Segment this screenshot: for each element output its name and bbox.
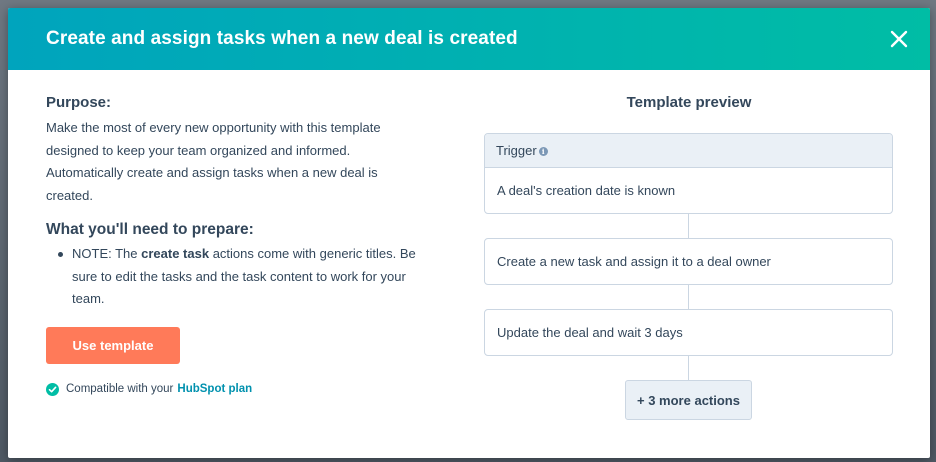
note-line1-rest: actions come with generic titles. Be <box>209 246 416 261</box>
purpose-line: Automatically create and assign tasks wh… <box>46 165 378 180</box>
note-line3: team. <box>72 291 105 306</box>
note-line2: sure to edit the tasks and the task cont… <box>72 268 406 284</box>
purpose-line: Make the most of every new opportunity w… <box>46 120 381 135</box>
compatibility-note: Compatible with your HubSpot plan <box>46 382 446 396</box>
use-template-button[interactable]: Use template <box>46 326 180 364</box>
compat-text: Compatible with your <box>66 383 174 395</box>
preview-title: Template preview <box>626 94 752 111</box>
close-icon <box>890 30 908 48</box>
action-card: Create a new task and assign it to a dea… <box>484 238 893 285</box>
close-button[interactable] <box>886 26 912 52</box>
note-prefix: NOTE: The <box>72 246 142 261</box>
action-card: Update the deal and wait 3 days <box>484 309 893 356</box>
modal-title: Create and assign tasks when a new deal … <box>46 28 518 49</box>
connector-line <box>688 214 689 238</box>
template-description: Purpose: Make the most of every new oppo… <box>46 94 446 396</box>
purpose-heading: Purpose: <box>46 94 112 111</box>
modal-header: Create and assign tasks when a new deal … <box>8 8 930 70</box>
prepare-heading: What you'll need to prepare: <box>46 221 254 238</box>
prepare-list: NOTE: The create task actions come with … <box>46 243 446 311</box>
purpose-text: Make the most of every new opportunity w… <box>46 117 446 207</box>
trigger-header: Trigger i <box>485 134 892 168</box>
connector-line <box>688 356 689 380</box>
check-circle-icon <box>46 382 59 396</box>
template-modal: Create and assign tasks when a new deal … <box>8 8 930 458</box>
hubspot-plan-link[interactable]: HubSpot plan <box>177 383 252 395</box>
trigger-card: Trigger i A deal's creation date is know… <box>484 133 893 214</box>
info-icon[interactable]: i <box>538 146 548 156</box>
purpose-line: designed to keep your team organized and… <box>46 142 351 158</box>
trigger-label: Trigger <box>496 143 537 158</box>
note-bold: create task <box>141 246 210 261</box>
trigger-text: A deal's creation date is known <box>497 183 676 198</box>
prepare-note: NOTE: The create task actions come with … <box>56 243 446 311</box>
more-actions-button[interactable]: + 3 more actions <box>625 380 752 420</box>
modal-body: Purpose: Make the most of every new oppo… <box>8 70 930 458</box>
connector-line <box>688 285 689 309</box>
purpose-line: created. <box>46 187 93 203</box>
template-preview: Template preview Trigger i A deal's crea… <box>484 94 894 420</box>
